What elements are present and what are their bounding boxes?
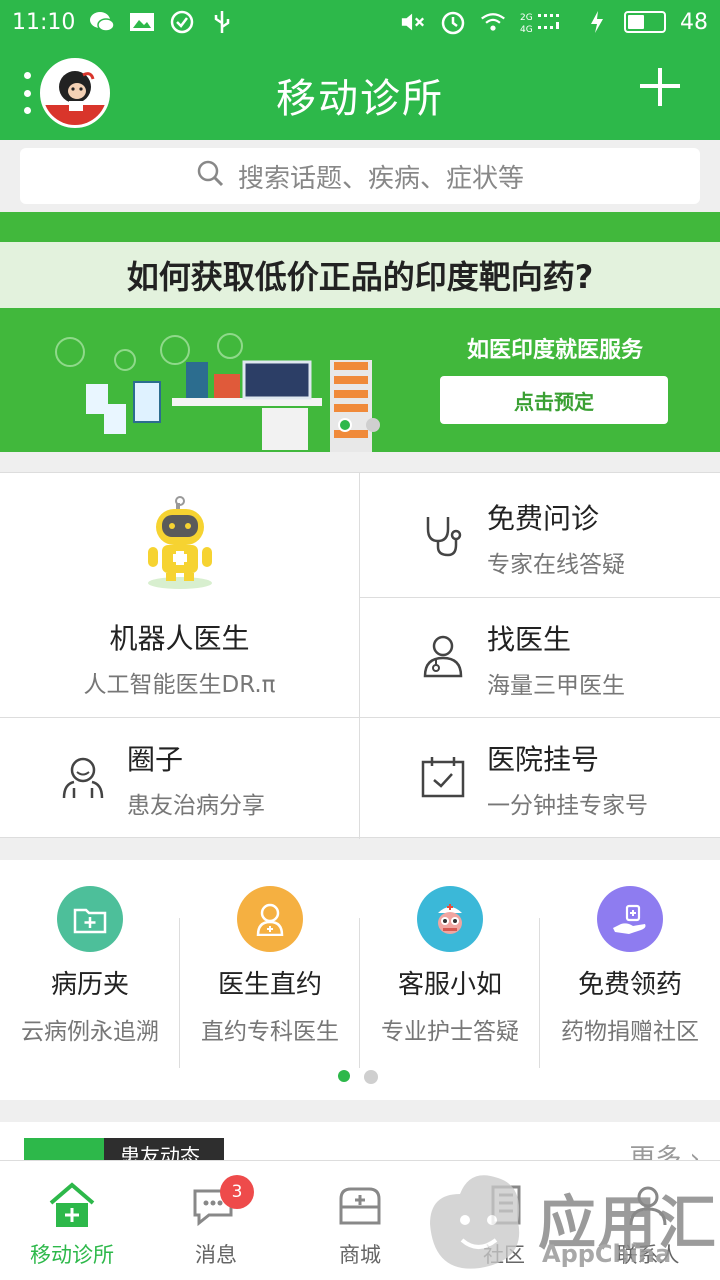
quick-title: 病历夹: [50, 970, 129, 1000]
community-icon: [60, 754, 106, 804]
quick-title: 医生直约: [217, 970, 322, 1000]
search-placeholder: 搜索话题、疾病、症状等: [237, 163, 524, 194]
hospital-registration-subtitle: 一分钟挂专家号: [487, 793, 648, 819]
quick-subtitle: 云病例永追溯: [21, 1019, 159, 1045]
medicine-hand-icon: [597, 886, 663, 952]
banner-service: 如医印度就医服务: [466, 338, 643, 363]
hospital-registration-title: 医院挂号: [487, 743, 600, 776]
search-area: 搜索话题、疾病、症状等: [0, 140, 720, 212]
unread-badge: 3: [220, 1175, 254, 1209]
battery-percent: 48: [680, 9, 708, 35]
quick-title: 免费领药: [577, 970, 682, 1000]
more-link[interactable]: 更多 ›: [629, 1138, 700, 1162]
menu-icon[interactable]: [22, 72, 32, 114]
quick-entry-grid: 病历夹 云病例永追溯 医生直约 直约专科医生 客服小如 专业护士答疑 免费领药 …: [0, 860, 720, 1100]
status-bar: 11:10 2G 4G 48: [0, 0, 720, 44]
medical-records-entry[interactable]: 病历夹 云病例永追溯: [0, 860, 180, 1060]
search-icon: [196, 159, 224, 194]
alarm-icon: [440, 9, 466, 35]
robot-doctor-title: 机器人医生: [109, 622, 250, 655]
hospital-registration-card[interactable]: 医院挂号 一分钟挂专家号: [360, 718, 720, 839]
battery-fill: [628, 15, 645, 29]
nurse-icon: [237, 886, 303, 952]
free-consult-card[interactable]: 免费问诊 专家在线答疑: [360, 473, 720, 597]
tab-store[interactable]: 商城: [288, 1161, 432, 1280]
doctor-icon: [420, 632, 466, 682]
pager-dot-active: [338, 418, 352, 432]
signal-icon: 2G 4G: [520, 9, 570, 35]
promo-banner[interactable]: 如何获取低价正品的印度靶向药? 如医印度就医服务 点击预定: [0, 212, 720, 452]
check-circle-icon: [169, 9, 195, 35]
service-grid: 机器人医生 人工智能医生DR.π 免费问诊 专家在线答疑 找医生 海量三甲医生 …: [0, 472, 720, 839]
quick-subtitle: 药物捐赠社区: [561, 1019, 699, 1045]
tab-label: 移动诊所: [30, 1243, 114, 1267]
quick-subtitle: 专业护士答疑: [381, 1019, 519, 1045]
tab-label: 消息: [195, 1243, 237, 1267]
mute-icon: [400, 9, 426, 35]
pager-dot-active: [338, 1070, 350, 1082]
search-input[interactable]: 搜索话题、疾病、症状等: [20, 148, 700, 204]
nurse-avatar-icon: [417, 886, 483, 952]
tab-label: 商城: [339, 1243, 381, 1267]
customer-service-entry[interactable]: 客服小如 专业护士答疑: [360, 860, 540, 1060]
watermark-logo-icon: [430, 1175, 520, 1269]
robot-doctor-subtitle: 人工智能医生DR.π: [83, 672, 276, 698]
find-doctor-subtitle: 海量三甲医生: [487, 673, 625, 699]
watermark-subtext: AppChina: [542, 1240, 672, 1268]
svg-text:2G: 2G: [520, 13, 533, 23]
banner-pager: [338, 418, 380, 432]
patient-news-section: 患友动态 更多 ›: [0, 1122, 720, 1162]
free-consult-title: 免费问诊: [487, 502, 600, 535]
tab-messages[interactable]: 3 消息: [144, 1161, 288, 1280]
store-icon: [335, 1181, 385, 1231]
app-bar: 移动诊所: [0, 44, 720, 140]
robot-icon: [142, 495, 218, 595]
circle-title: 圈子: [127, 743, 184, 776]
news-label: 患友动态: [120, 1144, 200, 1162]
add-icon[interactable]: [634, 62, 684, 112]
avatar[interactable]: [40, 58, 110, 128]
quick-title: 客服小如: [397, 970, 502, 1000]
appchina-watermark: 应用汇 AppChina: [420, 1160, 720, 1280]
robot-doctor-card[interactable]: 机器人医生 人工智能医生DR.π: [0, 473, 359, 717]
doctor-appointment-entry[interactable]: 医生直约 直约专科医生: [180, 860, 360, 1060]
wifi-icon: [480, 9, 506, 35]
find-doctor-card[interactable]: 找医生 海量三甲医生: [360, 598, 720, 717]
stethoscope-icon: [420, 513, 466, 563]
find-doctor-title: 找医生: [487, 623, 572, 656]
pager-dot: [364, 1070, 378, 1084]
usb-icon: [209, 9, 235, 35]
circle-card[interactable]: 圈子 患友治病分享: [0, 718, 359, 839]
quick-pager: [338, 1070, 378, 1084]
circle-subtitle: 患友治病分享: [127, 793, 265, 819]
image-icon: [129, 9, 155, 35]
battery-icon: [624, 11, 666, 33]
tab-clinic[interactable]: 移动诊所: [0, 1161, 144, 1280]
page-title: 移动诊所: [276, 76, 444, 122]
home-plus-icon: [47, 1181, 97, 1231]
svg-text:4G: 4G: [520, 25, 533, 34]
free-medicine-entry[interactable]: 免费领药 药物捐赠社区: [540, 860, 720, 1060]
clock: 11:10: [12, 9, 76, 35]
charging-icon: [584, 9, 610, 35]
free-consult-subtitle: 专家在线答疑: [487, 552, 625, 578]
pager-dot: [366, 418, 380, 432]
book-button[interactable]: 点击预定: [440, 376, 668, 424]
folder-icon: [57, 886, 123, 952]
wechat-icon: [89, 9, 116, 35]
news-tag-accent: [24, 1138, 104, 1162]
calendar-check-icon: [420, 754, 466, 804]
quick-subtitle: 直约专科医生: [201, 1019, 339, 1045]
banner-headline: 如何获取低价正品的印度靶向药?: [126, 258, 594, 296]
